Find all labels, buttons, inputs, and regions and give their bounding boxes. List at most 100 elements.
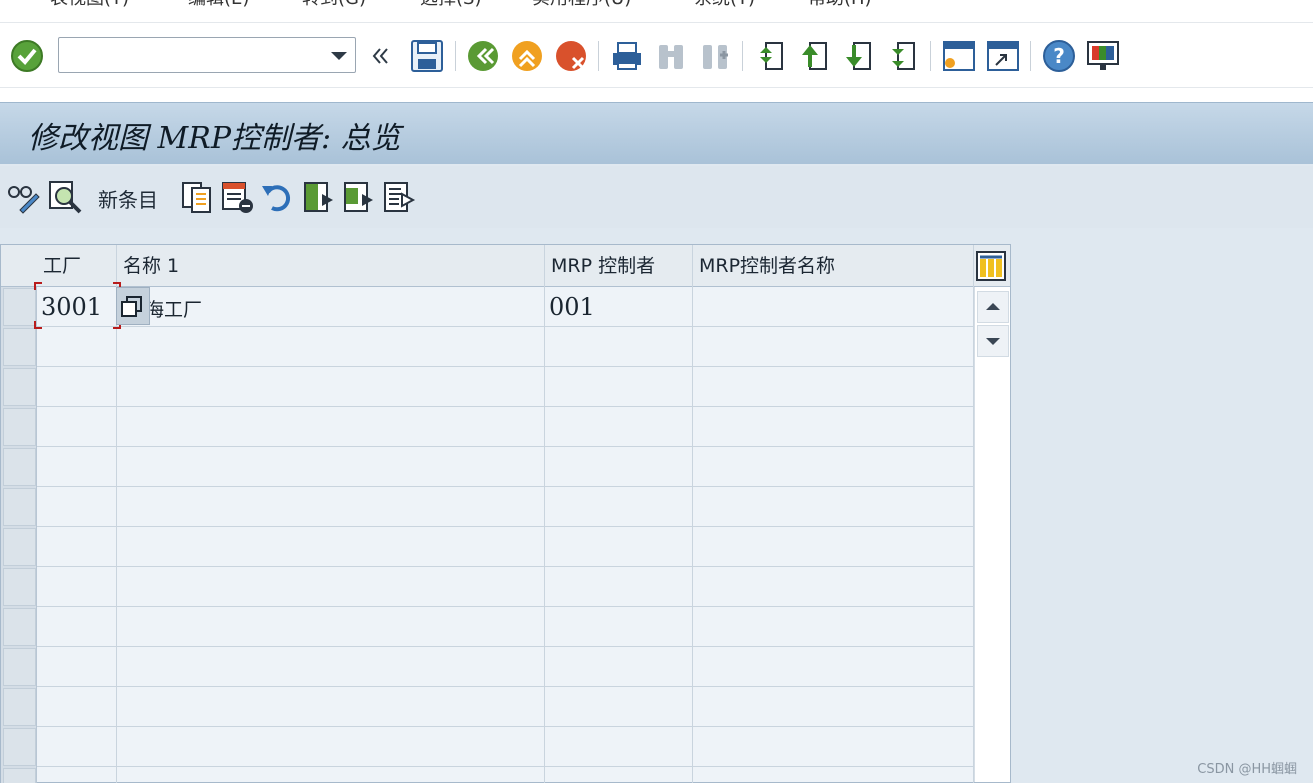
cell-mrp-controller[interactable] xyxy=(545,487,693,527)
cell-name[interactable] xyxy=(117,367,545,407)
row-selector[interactable] xyxy=(3,568,36,606)
cell-mrp-controller-name[interactable] xyxy=(693,607,974,647)
double-chevron-left-icon[interactable] xyxy=(368,39,392,73)
cell-plant[interactable] xyxy=(37,407,117,447)
row-selector[interactable] xyxy=(3,608,36,646)
back-icon[interactable] xyxy=(466,39,500,73)
shortcut-icon[interactable] xyxy=(986,39,1020,73)
column-header-plant[interactable]: 工厂 xyxy=(37,245,117,287)
row-selector[interactable] xyxy=(3,488,36,526)
cell-plant[interactable] xyxy=(37,767,117,783)
help-icon[interactable]: ? xyxy=(1042,39,1076,73)
row-selector[interactable] xyxy=(3,768,36,783)
cell-name[interactable] xyxy=(117,407,545,447)
cell-mrp-controller[interactable] xyxy=(545,367,693,407)
cell-name[interactable] xyxy=(117,527,545,567)
cell-name[interactable] xyxy=(117,327,545,367)
previous-page-icon[interactable] xyxy=(798,39,832,73)
find-next-icon[interactable] xyxy=(698,39,732,73)
save-icon[interactable] xyxy=(410,39,444,73)
cell-mrp-controller[interactable] xyxy=(545,447,693,487)
cell-mrp-controller-name[interactable] xyxy=(693,447,974,487)
menu-system[interactable]: 系统(Y) xyxy=(694,0,755,10)
deselect-all-icon[interactable] xyxy=(382,180,416,214)
cell-plant[interactable] xyxy=(37,447,117,487)
cell-mrp-controller[interactable] xyxy=(545,407,693,447)
row-selector[interactable] xyxy=(3,688,36,726)
row-selector[interactable] xyxy=(3,728,36,766)
menu-utilities[interactable]: 实用程序(U) xyxy=(532,0,631,10)
find-icon[interactable] xyxy=(654,39,688,73)
cell-plant[interactable] xyxy=(37,647,117,687)
copy-as-icon[interactable] xyxy=(180,180,214,214)
row-selector[interactable] xyxy=(3,328,36,366)
cell-mrp-controller-name[interactable] xyxy=(693,647,974,687)
value-help-button[interactable] xyxy=(116,287,150,325)
layout-menu-icon[interactable] xyxy=(1086,39,1120,73)
cell-mrp-controller-name[interactable] xyxy=(693,527,974,567)
cell-plant[interactable]: 3001 xyxy=(37,287,117,327)
delete-icon[interactable] xyxy=(220,180,254,214)
cell-mrp-controller-name[interactable] xyxy=(693,407,974,447)
cell-plant[interactable] xyxy=(37,367,117,407)
row-selector[interactable] xyxy=(3,448,36,486)
menu-goto[interactable]: 转到(G) xyxy=(302,0,366,10)
cell-mrp-controller[interactable] xyxy=(545,727,693,767)
cell-mrp-controller-name[interactable] xyxy=(693,567,974,607)
display-change-icon[interactable] xyxy=(6,180,40,214)
cell-name[interactable] xyxy=(117,607,545,647)
next-page-icon[interactable] xyxy=(842,39,876,73)
cell-plant[interactable] xyxy=(37,727,117,767)
cell-plant[interactable] xyxy=(37,567,117,607)
cell-mrp-controller[interactable]: 001 xyxy=(545,287,693,327)
cell-mrp-controller[interactable] xyxy=(545,647,693,687)
row-selector[interactable] xyxy=(3,368,36,406)
new-session-icon[interactable] xyxy=(942,39,976,73)
cell-mrp-controller-name[interactable] xyxy=(693,687,974,727)
cell-name[interactable] xyxy=(117,767,545,783)
undo-icon[interactable] xyxy=(260,180,294,214)
scroll-down-button[interactable] xyxy=(977,325,1009,357)
cell-name[interactable] xyxy=(117,687,545,727)
cell-plant[interactable] xyxy=(37,607,117,647)
ok-check-icon[interactable] xyxy=(10,39,44,73)
command-field[interactable] xyxy=(58,37,356,73)
scroll-up-button[interactable] xyxy=(977,291,1009,323)
cell-mrp-controller-name[interactable] xyxy=(693,287,974,327)
last-page-icon[interactable] xyxy=(886,39,920,73)
select-block-icon[interactable] xyxy=(342,180,376,214)
cell-name[interactable]: 海工厂 xyxy=(117,287,545,327)
column-config-icon[interactable] xyxy=(976,251,1006,281)
first-page-icon[interactable] xyxy=(754,39,788,73)
cell-plant[interactable] xyxy=(37,687,117,727)
cell-plant[interactable] xyxy=(37,487,117,527)
cell-mrp-controller[interactable] xyxy=(545,527,693,567)
cell-mrp-controller-name[interactable] xyxy=(693,727,974,767)
cell-name[interactable] xyxy=(117,567,545,607)
new-entries-button[interactable]: 新条目 xyxy=(98,184,158,213)
row-selector[interactable] xyxy=(3,528,36,566)
row-selector[interactable] xyxy=(3,408,36,446)
cell-mrp-controller-name[interactable] xyxy=(693,487,974,527)
column-header-name[interactable]: 名称 1 xyxy=(117,245,545,287)
exit-icon[interactable] xyxy=(510,39,544,73)
menu-help[interactable]: 帮助(H) xyxy=(808,0,872,10)
cell-name[interactable] xyxy=(117,447,545,487)
cell-name[interactable] xyxy=(117,727,545,767)
cell-mrp-controller[interactable] xyxy=(545,567,693,607)
row-selector[interactable] xyxy=(3,288,36,326)
vertical-scrollbar[interactable] xyxy=(974,287,1010,782)
cell-name[interactable] xyxy=(117,647,545,687)
menu-select[interactable]: 选择(S) xyxy=(420,0,481,10)
cell-mrp-controller[interactable] xyxy=(545,607,693,647)
column-header-mrp-controller[interactable]: MRP 控制者 xyxy=(545,245,693,287)
details-icon[interactable] xyxy=(48,180,82,214)
row-selector[interactable] xyxy=(3,648,36,686)
cell-mrp-controller[interactable] xyxy=(545,767,693,783)
cell-plant[interactable] xyxy=(37,327,117,367)
select-all-icon[interactable] xyxy=(302,180,336,214)
menu-edit[interactable]: 编辑(E) xyxy=(188,0,249,10)
menu-table-view[interactable]: 表视图(T) xyxy=(50,0,129,10)
column-header-mrp-controller-name[interactable]: MRP控制者名称 xyxy=(693,245,974,287)
command-input[interactable] xyxy=(63,42,313,68)
